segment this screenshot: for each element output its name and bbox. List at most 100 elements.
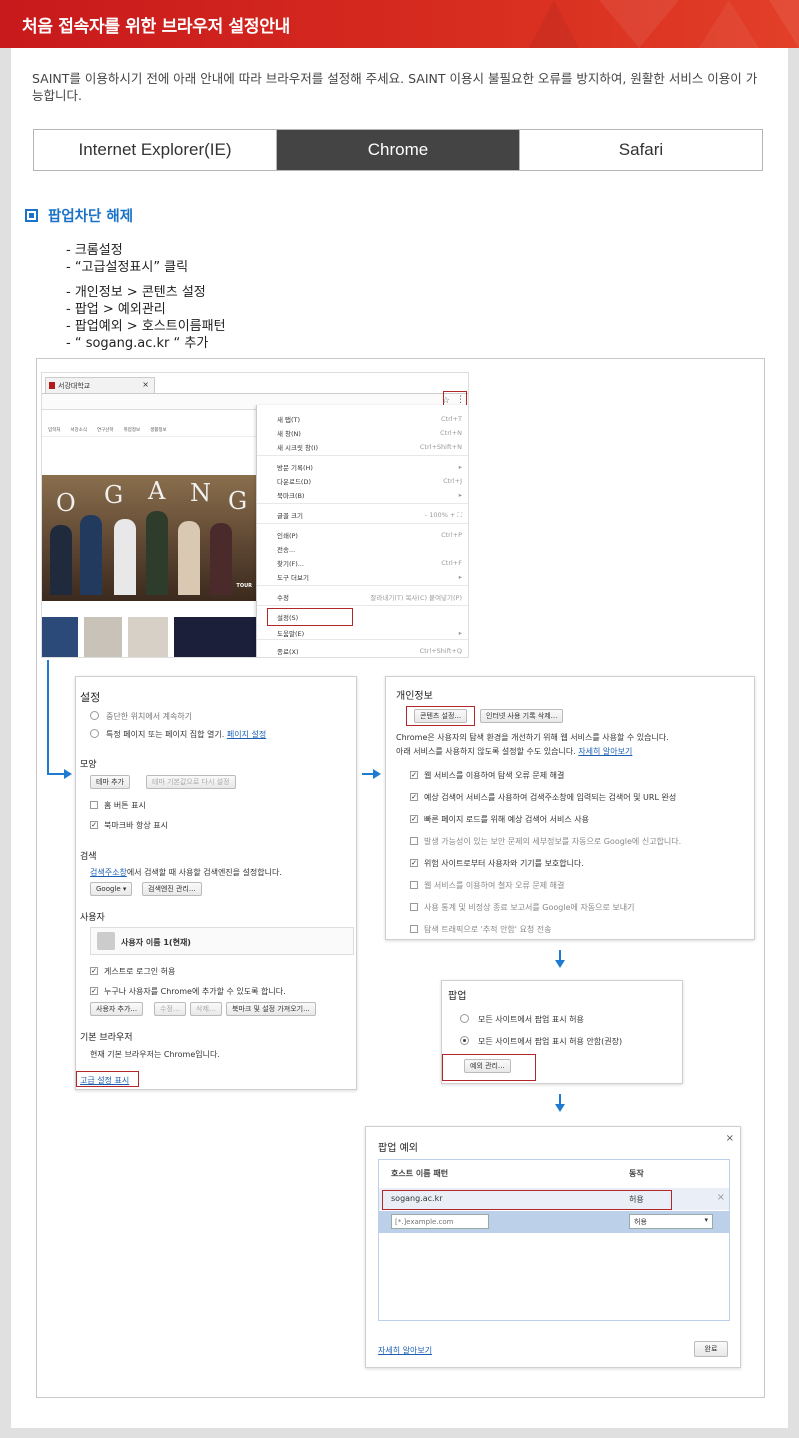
advanced-link-highlight [76, 1071, 139, 1087]
popup-block-label: 모든 사이트에서 팝업 표시 허용 안함(권장) [478, 1037, 623, 1046]
menu-item-shortcut: ▸ [458, 463, 462, 471]
settings-title: 설정 [80, 691, 101, 704]
privacy-option-checkbox[interactable] [410, 837, 418, 845]
flow-arrow-down-icon [555, 1104, 565, 1112]
tab-close-icon[interactable]: × [142, 380, 149, 389]
privacy-option-checkbox[interactable] [410, 881, 418, 889]
tab-safari[interactable]: Safari [519, 130, 762, 170]
manage-exceptions-highlight [442, 1054, 536, 1081]
menu-separator [257, 455, 468, 456]
home-button-checkbox[interactable] [90, 801, 98, 809]
import-bookmarks-button[interactable]: 북마크 및 설정 가져오기... [226, 1002, 316, 1016]
privacy-desc: 아래 서비스를 사용하지 않도록 설정할 수도 있습니다. [396, 747, 576, 756]
menu-item[interactable]: 도움말(E) ▸ [277, 627, 462, 639]
host-pattern-input[interactable] [391, 1214, 489, 1229]
delete-icon[interactable]: × [717, 1192, 725, 1203]
menu-item[interactable]: 인쇄(P) Ctrl+P [277, 529, 462, 541]
site-nav-item[interactable]: 서강소식 [70, 427, 87, 436]
reset-theme-button[interactable]: 테마 기본값으로 다시 설정 [146, 775, 236, 789]
learn-more-link[interactable]: 자세히 알아보기 [578, 747, 632, 756]
tab-chrome[interactable]: Chrome [276, 130, 519, 170]
default-browser-heading: 기본 브라우저 [80, 1033, 133, 1043]
avatar [97, 932, 115, 950]
menu-item-label: 도구 더보기 [277, 574, 309, 582]
menu-item-shortcut: Ctrl+J [443, 477, 462, 485]
campus-photo: O G A N G TOUR [42, 475, 256, 601]
menu-item-shortcut: ▸ [458, 491, 462, 499]
menu-item[interactable]: 전송... [277, 543, 462, 555]
startup-option-label: 중단한 위치에서 계속하기 [106, 712, 193, 721]
menu-item[interactable]: 새 시크릿 창(I) Ctrl+Shift+N [277, 441, 462, 453]
search-engine-select[interactable]: Google ▾ [90, 882, 133, 896]
site-nav-item[interactable]: 연구산학 [97, 427, 114, 436]
privacy-option-checkbox[interactable] [410, 903, 418, 911]
site-nav-item[interactable]: 입학처 [48, 427, 60, 436]
action-select[interactable]: 허용 ▾ [629, 1214, 713, 1229]
privacy-option-checkbox[interactable]: ✓ [410, 815, 418, 823]
menu-separator [257, 605, 468, 606]
flow-arrow-line [559, 950, 561, 960]
menu-item[interactable]: 글꼴 크기 - 100% + ⛶ [277, 509, 462, 521]
learn-more-link[interactable]: 자세히 알아보기 [378, 1345, 432, 1356]
site-nav-item[interactable]: 생활정보 [150, 427, 167, 436]
menu-item[interactable]: 다운로드(D) Ctrl+J [277, 475, 462, 487]
popup-allow-radio[interactable] [460, 1014, 469, 1023]
popup-block-radio[interactable] [460, 1036, 469, 1045]
menu-item-shortcut: 잘라내기(T) 복사(C) 붙여넣기(P) [370, 594, 462, 602]
menu-item[interactable]: 북마크(B) ▸ [277, 489, 462, 501]
users-heading: 사용자 [80, 913, 105, 923]
startup-radio[interactable] [90, 711, 99, 720]
new-entry-row: 허용 ▾ [379, 1211, 729, 1233]
privacy-option-checkbox[interactable]: ✓ [410, 859, 418, 867]
browser-tab[interactable]: 서강대학교 × [45, 377, 155, 393]
search-desc: 에서 검색할 때 사용할 검색엔진을 설정합니다. [126, 868, 282, 877]
user-name: 사용자 이름 1(현재) [121, 938, 191, 947]
add-user-button[interactable]: 사용자 추가... [90, 1002, 144, 1016]
sogang-row-highlight [382, 1190, 672, 1210]
site-nav: 입학처 서강소식 연구산학 취업정보 생활정보 [42, 411, 256, 437]
menu-item[interactable]: 찾기(F)... Ctrl+F [277, 557, 462, 569]
privacy-option-checkbox[interactable]: ✓ [410, 793, 418, 801]
privacy-option-checkbox[interactable] [410, 925, 418, 933]
privacy-desc: Chrome은 사용자의 탐색 환경을 개선하기 위해 웹 서비스를 사용할 수… [396, 733, 669, 742]
search-heading: 검색 [80, 852, 97, 862]
edit-user-button[interactable]: 수정... [154, 1002, 186, 1016]
menu-item[interactable]: 새 탭(T) Ctrl+T [277, 413, 462, 425]
menu-item-label: 다운로드(D) [277, 478, 311, 486]
close-icon[interactable]: × [726, 1133, 734, 1144]
steps-list: - 크롬설정 - “고급설정표시” 클릭 - 개인정보 > 콘텐츠 설정 - 팝… [66, 242, 226, 352]
page-setting-link[interactable]: 페이지 설정 [227, 730, 266, 739]
menu-item-shortcut: ▸ [458, 573, 462, 581]
done-button[interactable]: 완료 [694, 1341, 728, 1357]
clear-history-button[interactable]: 인터넷 사용 기록 삭제... [480, 709, 564, 723]
omnibox-link[interactable]: 검색주소창 [90, 868, 127, 877]
flow-arrow-right-icon [373, 769, 381, 779]
menu-item[interactable]: 도구 더보기 ▸ [277, 571, 462, 583]
tab-ie[interactable]: Internet Explorer(IE) [34, 130, 276, 170]
menu-item[interactable]: 새 창(N) Ctrl+N [277, 427, 462, 439]
guest-checkbox[interactable]: ✓ [90, 967, 98, 975]
host-column-header: 호스트 이름 패턴 [391, 1169, 449, 1178]
user-row[interactable]: 사용자 이름 1(현재) [90, 927, 354, 955]
privacy-title: 개인정보 [396, 691, 433, 702]
site-nav-item[interactable]: 취업정보 [124, 427, 141, 436]
delete-user-button[interactable]: 삭제... [190, 1002, 222, 1016]
photo-letter: O [56, 489, 76, 517]
tour-label[interactable]: TOUR [236, 583, 252, 589]
step-item: - “ sogang.ac.kr “ 추가 [66, 336, 209, 351]
popup-panel: 팝업 모든 사이트에서 팝업 표시 허용 모든 사이트에서 팝업 표시 허용 안… [441, 980, 683, 1084]
anyone-add-checkbox[interactable]: ✓ [90, 987, 98, 995]
bookmark-bar-checkbox[interactable]: ✓ [90, 821, 98, 829]
menu-item-shortcut: Ctrl+Shift+N [419, 443, 462, 451]
menu-item[interactable]: 종료(X) Ctrl+Shift+Q [277, 645, 462, 657]
appearance-heading: 모양 [80, 760, 97, 770]
startup-radio[interactable] [90, 729, 99, 738]
privacy-option-checkbox[interactable]: ✓ [410, 771, 418, 779]
browser-tabs: Internet Explorer(IE) Chrome Safari [33, 129, 763, 171]
menu-item[interactable]: 수정 잘라내기(T) 복사(C) 붙여넣기(P) [277, 591, 462, 603]
add-theme-button[interactable]: 테마 추가 [90, 775, 130, 789]
manage-search-button[interactable]: 검색엔진 관리... [142, 882, 202, 896]
privacy-option-label: 사용 통계 및 비정상 종료 보고서를 Google에 자동으로 보내기 [424, 903, 635, 912]
anyone-add-label: 누구나 사용자를 Chrome에 추가할 수 있도록 합니다. [104, 987, 286, 996]
menu-item[interactable]: 방문 기록(H) ▸ [277, 461, 462, 473]
